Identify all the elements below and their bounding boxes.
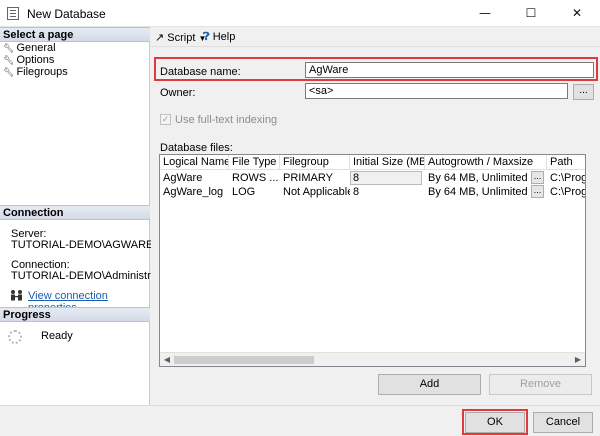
ok-button[interactable]: OK xyxy=(465,412,525,433)
connection-header: Connection xyxy=(0,205,150,220)
page-item-filegroups[interactable]: 🔧︎ Filegroups xyxy=(3,66,68,78)
toolbar: ↗︎ Script ▼ ❓︎ Help xyxy=(151,27,600,47)
remove-button[interactable]: Remove xyxy=(489,374,592,395)
select-page-header: Select a page xyxy=(0,27,150,42)
help-button[interactable]: ❓︎ Help xyxy=(203,31,235,44)
file-type-cell[interactable]: ROWS ... xyxy=(229,171,280,185)
wrench-icon: 🔧︎ xyxy=(3,56,15,66)
initial-size-cell[interactable]: 8 xyxy=(350,171,422,185)
title-bar: New Database — ☐ ✕ xyxy=(0,0,600,27)
file-type-cell[interactable]: LOG xyxy=(229,185,280,199)
scroll-left-icon[interactable]: ◀ xyxy=(160,353,174,366)
filegroup-cell[interactable]: Not Applicable xyxy=(280,185,350,199)
database-name-input[interactable]: AgWare xyxy=(305,62,594,78)
database-files-label: Database files: xyxy=(160,142,233,154)
add-button[interactable]: Add xyxy=(378,374,481,395)
horizontal-scrollbar[interactable]: ◀ ▶ xyxy=(160,352,585,366)
dialog-footer: OK Cancel xyxy=(0,405,600,436)
autogrowth-cell: By 64 MB, Unlimited xyxy=(428,186,528,198)
progress-header: Progress xyxy=(0,307,150,322)
connection-properties-icon xyxy=(11,290,22,301)
main-panel: ↗︎ Script ▼ ❓︎ Help Database name: AgWar… xyxy=(151,27,600,405)
scrollbar-thumb[interactable] xyxy=(174,356,314,364)
path-cell[interactable]: C:\Program xyxy=(547,185,585,199)
path-cell[interactable]: C:\Program xyxy=(547,171,585,185)
database-files-grid[interactable]: Logical Name File Type Filegroup Initial… xyxy=(159,154,586,367)
wrench-icon: 🔧︎ xyxy=(3,44,15,54)
fulltext-checkbox[interactable]: ✓ xyxy=(160,114,171,125)
progress-status: Ready xyxy=(41,330,73,342)
database-icon xyxy=(7,7,19,20)
autogrowth-edit-button[interactable]: ... xyxy=(531,171,544,184)
logical-name-cell[interactable]: AgWare xyxy=(160,171,229,185)
owner-input[interactable]: <sa> xyxy=(305,83,568,99)
logical-name-cell[interactable]: AgWare_log xyxy=(160,185,229,199)
left-panel: Select a page 🔧︎ General 🔧︎ Options 🔧︎ File… xyxy=(0,27,175,405)
scroll-right-icon[interactable]: ▶ xyxy=(571,353,585,366)
maximize-button[interactable]: ☐ xyxy=(508,0,554,27)
cancel-button[interactable]: Cancel xyxy=(533,412,593,433)
page-label: General xyxy=(16,42,56,54)
column-header[interactable]: Logical Name xyxy=(160,155,229,170)
script-label: Script xyxy=(167,32,196,44)
column-header[interactable]: Path xyxy=(547,155,585,170)
script-icon: ↗︎ xyxy=(155,32,165,44)
column-header[interactable]: Autogrowth / Maxsize xyxy=(425,155,547,170)
page-item-general[interactable]: 🔧︎ General xyxy=(3,42,56,54)
help-icon: ❓︎ xyxy=(203,31,210,43)
progress-spinner-icon xyxy=(8,330,22,344)
column-header[interactable]: Initial Size (MB) xyxy=(350,155,425,170)
filegroup-cell[interactable]: PRIMARY xyxy=(280,171,350,185)
column-header[interactable]: File Type xyxy=(229,155,280,170)
owner-browse-button[interactable]: ... xyxy=(573,84,594,100)
fulltext-label: Use full-text indexing xyxy=(175,114,278,126)
page-label: Filegroups xyxy=(16,66,68,78)
minimize-button[interactable]: — xyxy=(462,0,508,27)
connection-value: TUTORIAL-DEMO\Administrator xyxy=(11,270,170,282)
database-name-label: Database name: xyxy=(160,66,241,78)
window-title: New Database xyxy=(27,7,106,21)
autogrowth-edit-button[interactable]: ... xyxy=(531,185,544,198)
close-button[interactable]: ✕ xyxy=(554,0,600,27)
help-label: Help xyxy=(212,31,236,43)
owner-label: Owner: xyxy=(160,87,196,99)
script-button[interactable]: ↗︎ Script ▼ xyxy=(155,31,206,44)
page-label: Options xyxy=(16,54,55,66)
column-header[interactable]: Filegroup xyxy=(280,155,350,170)
initial-size-cell[interactable]: 8 xyxy=(350,185,422,199)
page-item-options[interactable]: 🔧︎ Options xyxy=(3,54,54,66)
wrench-icon: 🔧︎ xyxy=(3,68,15,78)
autogrowth-cell: By 64 MB, Unlimited xyxy=(428,172,528,184)
